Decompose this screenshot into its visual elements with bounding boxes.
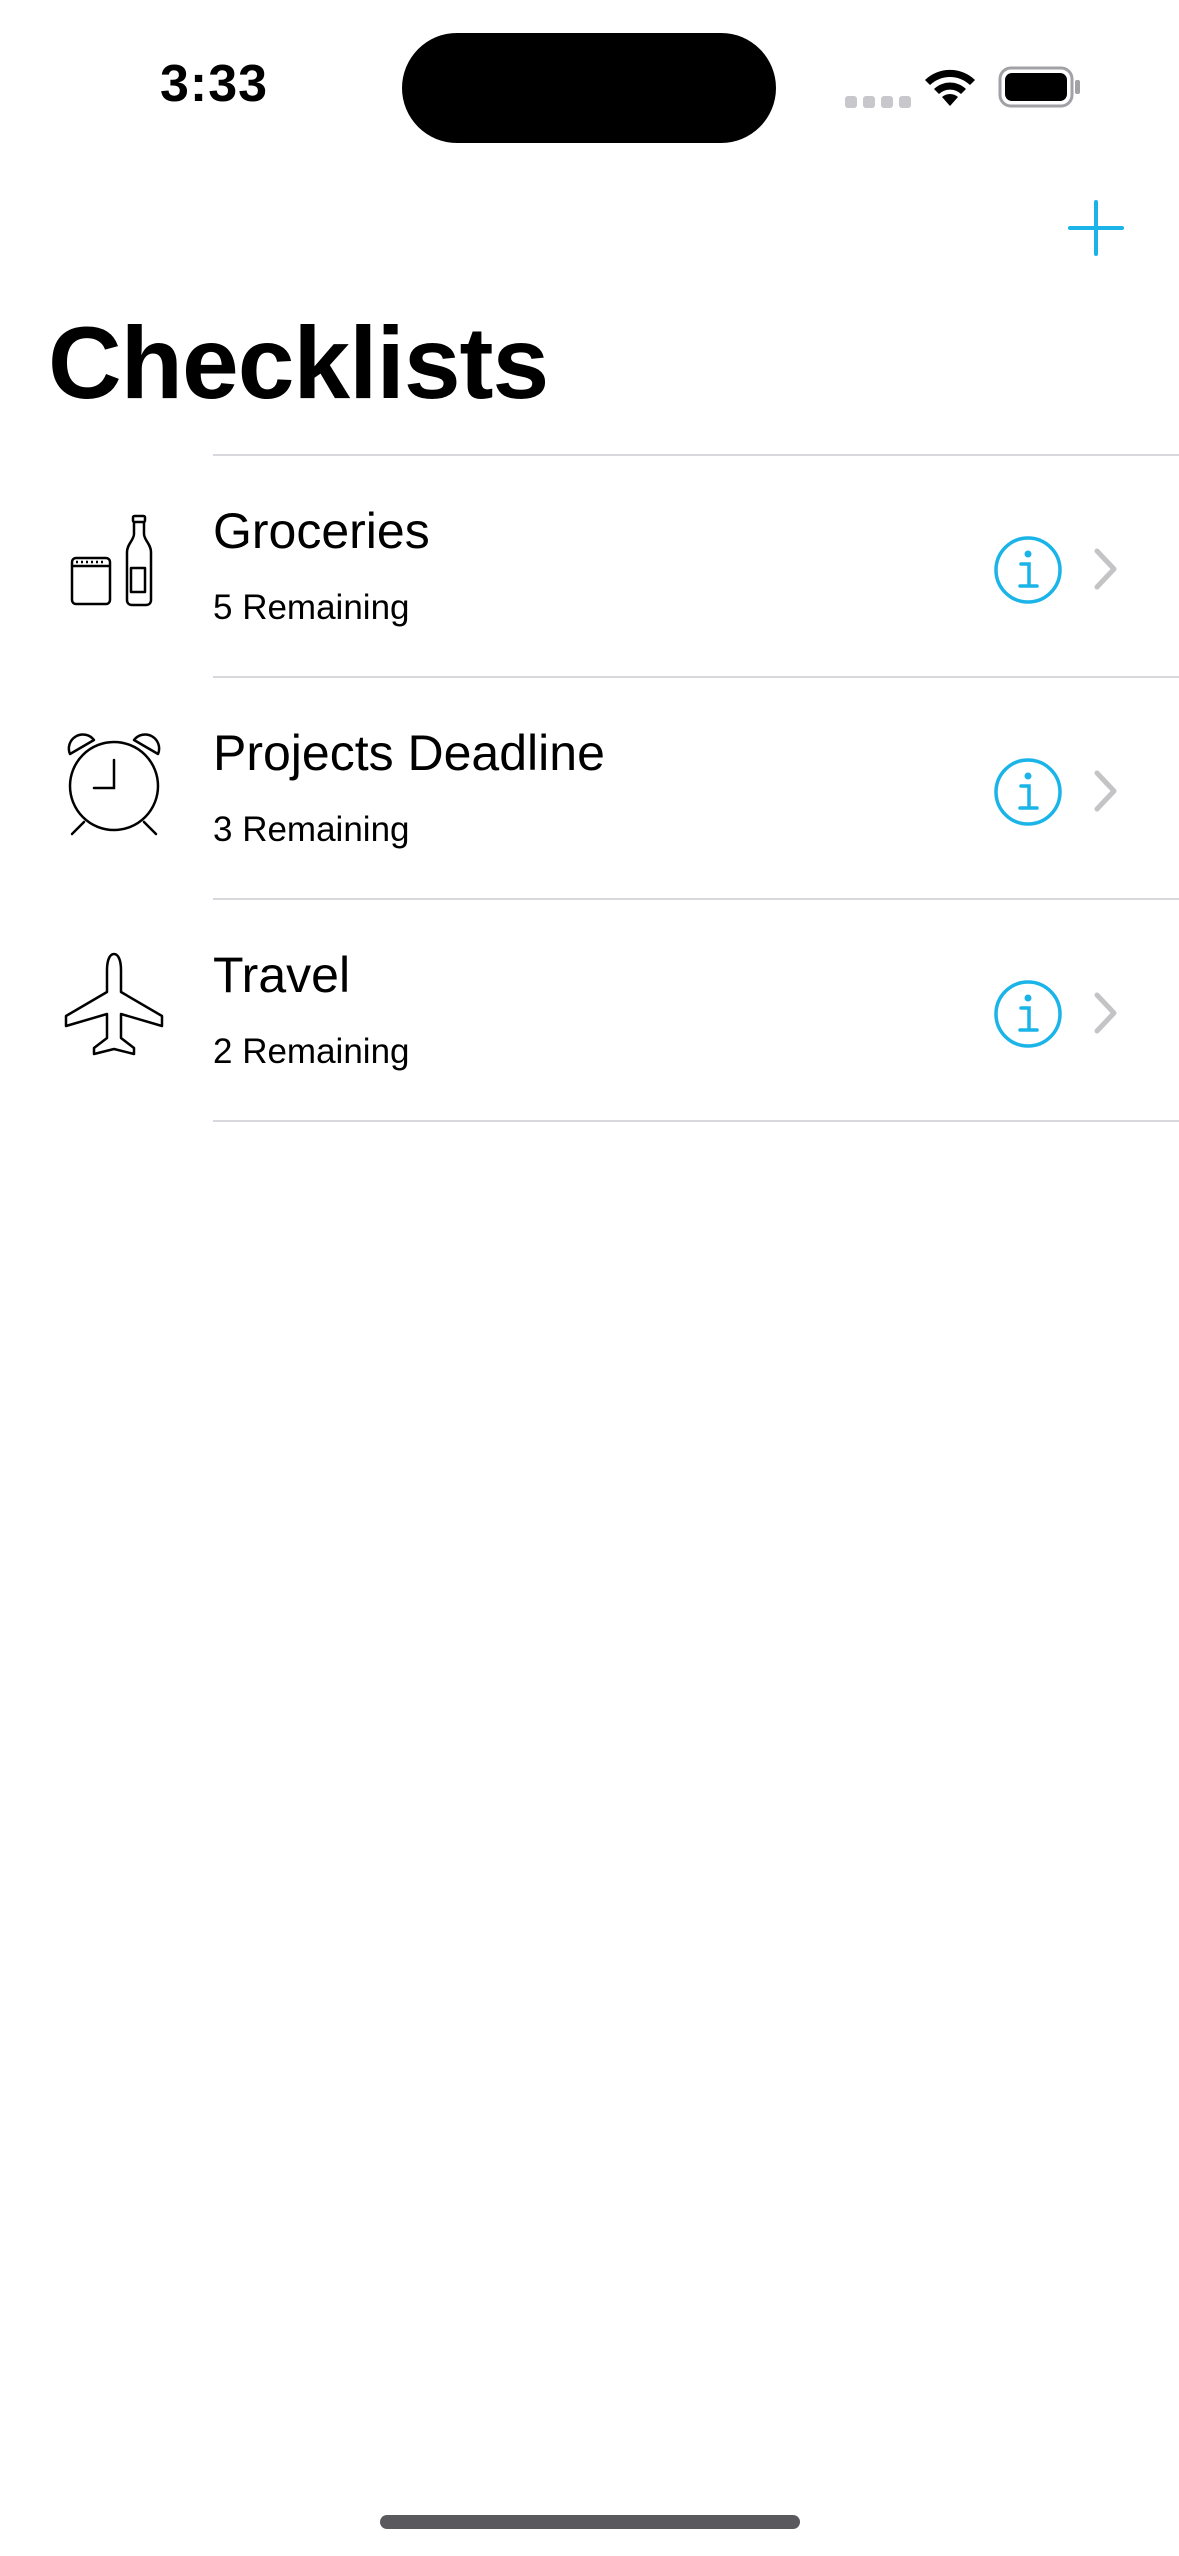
cellular-signal-icon (845, 96, 911, 108)
alarm-clock-icon (67, 733, 161, 836)
checklist-title: Travel (213, 947, 351, 1003)
chevron-right-icon (1094, 992, 1117, 1034)
home-indicator[interactable] (380, 2515, 800, 2529)
groceries-icon (70, 514, 153, 607)
list-item-projects-deadline[interactable]: Projects Deadline 3 Remaining (0, 678, 1179, 898)
checklist-title: Projects Deadline (213, 725, 605, 781)
chevron-right-icon (1094, 770, 1117, 812)
dynamic-island (402, 33, 776, 143)
list-item-travel[interactable]: Travel 2 Remaining (0, 900, 1179, 1120)
checklist-title: Groceries (213, 503, 430, 559)
add-button[interactable] (1066, 198, 1126, 258)
list-item-groceries[interactable]: Groceries 5 Remaining (0, 456, 1179, 676)
info-button[interactable] (992, 978, 1064, 1050)
remaining-count: 3 Remaining (213, 810, 410, 849)
remaining-count: 2 Remaining (213, 1032, 410, 1071)
airplane-icon (64, 952, 164, 1056)
status-time: 3:33 (160, 55, 269, 113)
info-button[interactable] (992, 534, 1064, 606)
remaining-count: 5 Remaining (213, 588, 410, 627)
wifi-icon (925, 69, 975, 106)
page-title: Checklists (48, 306, 549, 420)
battery-icon (998, 66, 1080, 108)
info-button[interactable] (992, 756, 1064, 828)
checklist-list: Groceries 5 Remaining Projects Deadline … (0, 454, 1179, 1122)
chevron-right-icon (1094, 548, 1117, 590)
separator (213, 1120, 1179, 1122)
